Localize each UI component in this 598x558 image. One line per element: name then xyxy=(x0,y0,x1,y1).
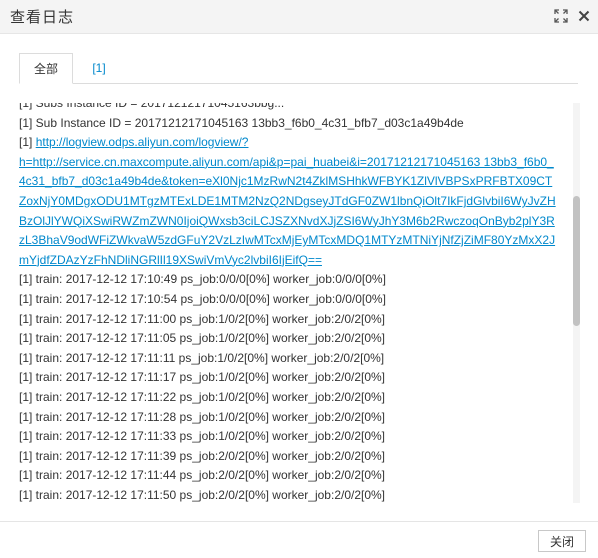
close-button[interactable]: 关闭 xyxy=(538,530,586,552)
log-dialog: 查看日志 全部 [1] [1] Subs Instance ID = 20171… xyxy=(0,0,598,558)
close-icon[interactable] xyxy=(575,7,593,25)
logview-link-line1: http://logview.odps.aliyun.com/logview/? xyxy=(35,135,249,150)
log-line-train: [1] train: 2017-12-12 17:10:49 ps_job:0/… xyxy=(19,272,386,287)
logview-link[interactable]: http://logview.odps.aliyun.com/logview/?… xyxy=(19,135,556,267)
log-line-partial: [1] Subs Instance ID = 20171212171045163… xyxy=(19,103,285,110)
dialog-title: 查看日志 xyxy=(10,9,75,26)
log-line-train: [1] train: 2017-12-12 17:11:28 ps_job:1/… xyxy=(19,409,386,424)
expand-icon[interactable] xyxy=(552,7,570,25)
scrollbar-thumb[interactable] xyxy=(573,196,580,326)
log-tabs: 全部 [1] xyxy=(19,53,578,84)
log-line-train: [1] train: 2017-12-12 17:11:33 ps_job:1/… xyxy=(19,429,386,444)
dialog-header: 查看日志 xyxy=(0,0,598,34)
log-line-train: [1] train: 2017-12-12 17:11:44 ps_job:2/… xyxy=(19,468,386,483)
log-line-train: [1] train: 2017-12-12 17:11:17 ps_job:1/… xyxy=(19,370,386,385)
logview-link-block: [1] http://logview.odps.aliyun.com/logvi… xyxy=(19,133,559,270)
log-line-train: [1] train: 2017-12-12 17:11:11 ps_job:1/… xyxy=(19,350,385,365)
log-line-train: [1] train: 2017-12-12 17:11:39 ps_job:2/… xyxy=(19,448,386,463)
log-line-train: [1] train: 2017-12-12 17:11:22 ps_job:1/… xyxy=(19,389,386,404)
log-line-train: [1] train: 2017-12-12 17:11:05 ps_job:1/… xyxy=(19,331,386,346)
tab-all[interactable]: 全部 xyxy=(19,53,73,84)
train-log-lines: [1] train: 2017-12-12 17:10:49 ps_job:0/… xyxy=(19,270,559,503)
log-line-prefix: [1] xyxy=(19,135,36,150)
dialog-footer: 关闭 xyxy=(0,521,598,558)
log-output[interactable]: [1] Subs Instance ID = 20171212171045163… xyxy=(19,103,571,503)
log-line-train: [1] train: 2017-12-12 17:11:50 ps_job:2/… xyxy=(19,487,386,502)
log-line-sub-instance: [1] Sub Instance ID = 20171212171045163 … xyxy=(19,115,464,130)
log-line-train: [1] train: 2017-12-12 17:10:54 ps_job:0/… xyxy=(19,291,386,306)
tab-instance-1[interactable]: [1] xyxy=(89,53,109,83)
logview-link-rest: h=http://service.cn.maxcompute.aliyun.co… xyxy=(19,154,556,267)
log-line-train: [1] train: 2017-12-12 17:11:00 ps_job:1/… xyxy=(19,311,386,326)
